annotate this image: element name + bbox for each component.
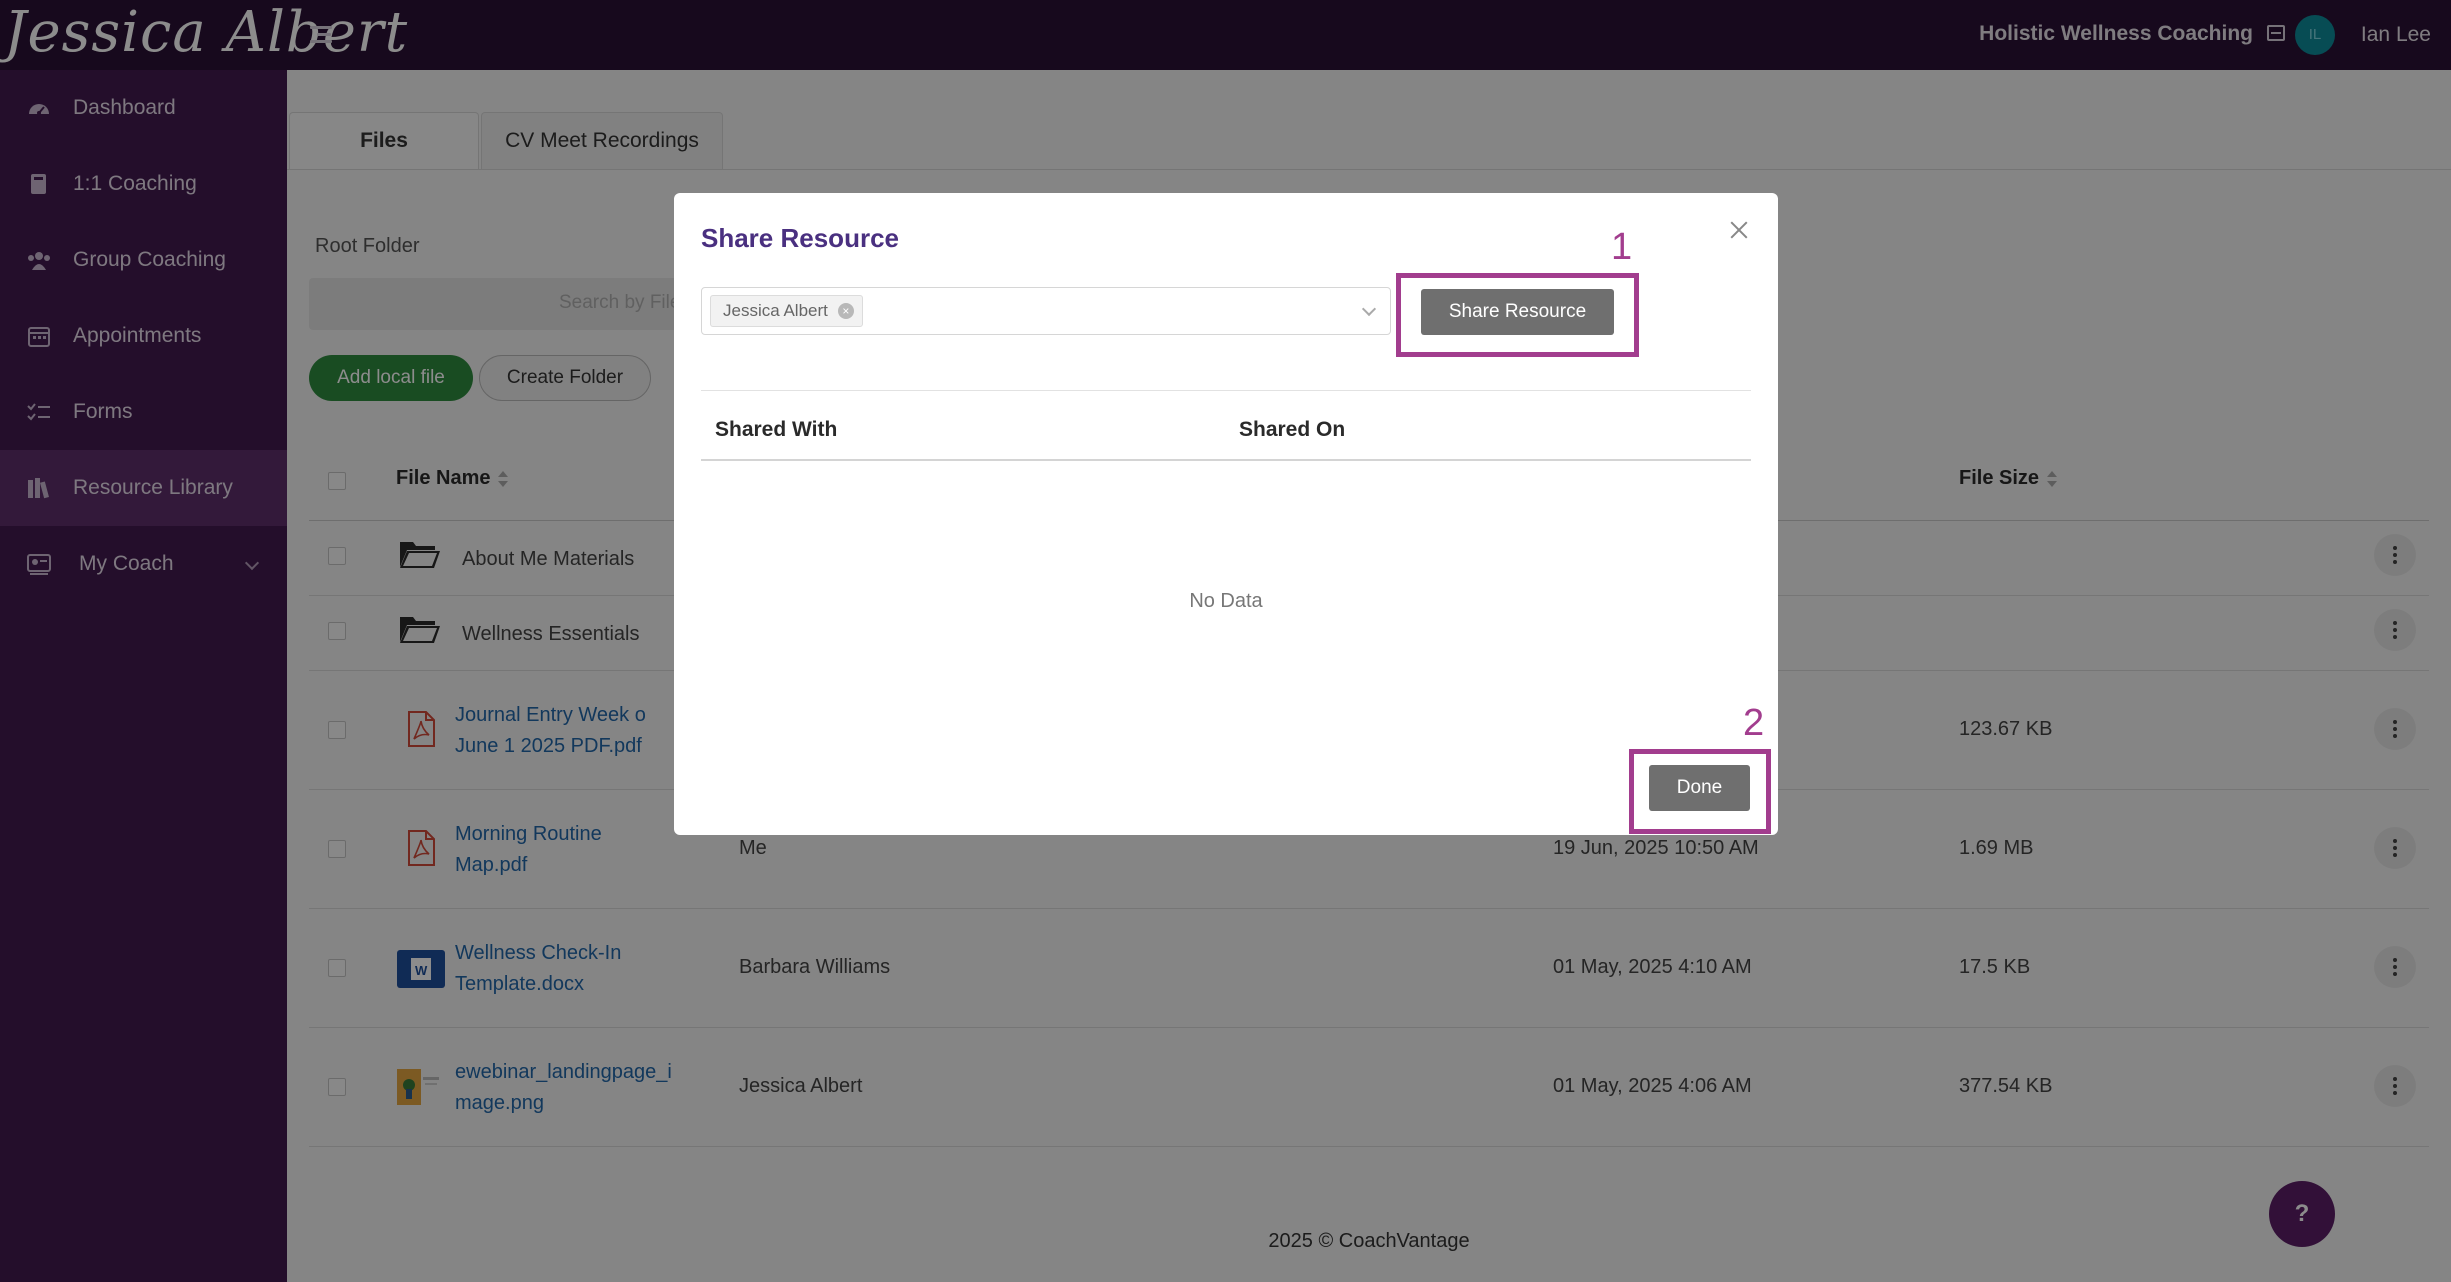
close-icon[interactable] (1728, 219, 1750, 241)
callout-box-done (1629, 749, 1771, 834)
modal-title: Share Resource (701, 223, 899, 253)
empty-state-text: No Data (1189, 590, 1263, 612)
modal-divider (701, 390, 1751, 391)
table-header-divider (701, 459, 1751, 461)
column-header-shared-with: Shared With (715, 418, 838, 441)
callout-box-share (1396, 273, 1639, 357)
chevron-down-icon (1361, 301, 1377, 317)
callout-number: 2 (1743, 702, 1765, 744)
recipient-select[interactable]: Jessica Albert × (701, 287, 1391, 335)
callout-number: 1 (1611, 226, 1633, 268)
selected-recipient-chip: Jessica Albert × (710, 295, 863, 327)
chip-label: Jessica Albert (723, 301, 828, 320)
column-header-shared-on: Shared On (1239, 418, 1346, 441)
remove-chip-icon[interactable]: × (837, 303, 854, 319)
